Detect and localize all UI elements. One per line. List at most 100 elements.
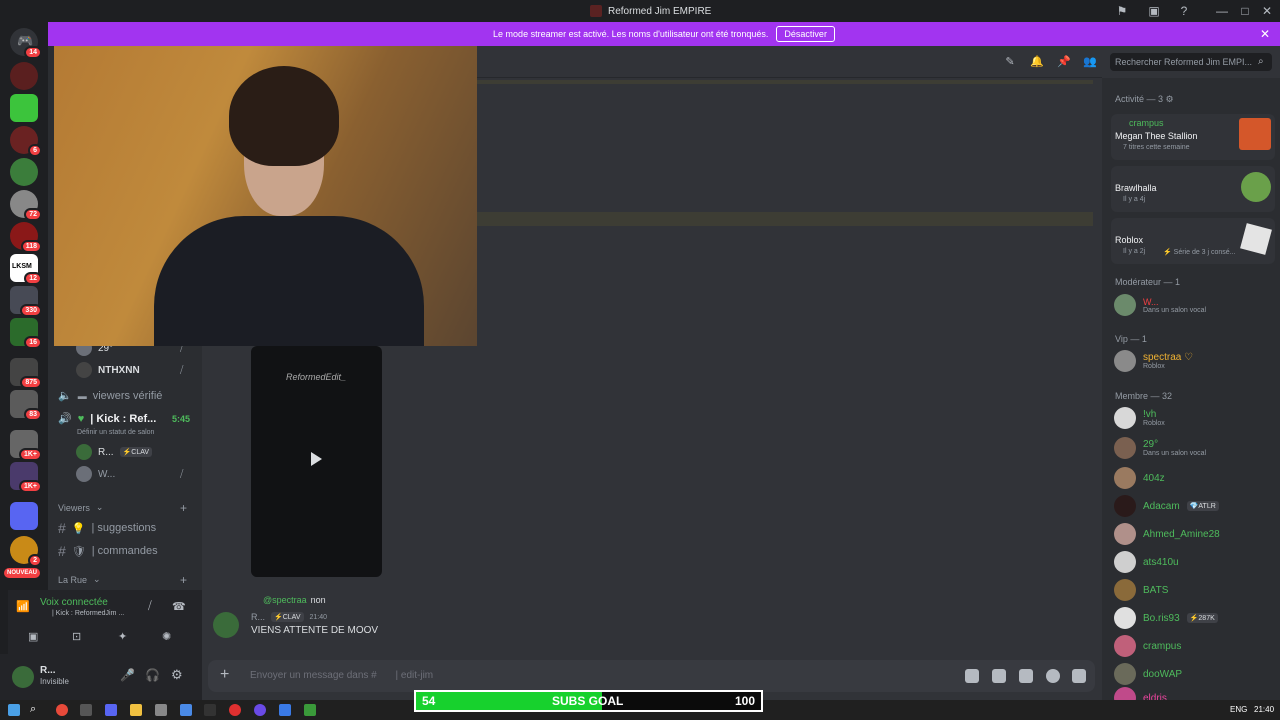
microphone-icon[interactable]: 🎤 (120, 668, 135, 682)
kick-server-icon[interactable] (10, 94, 38, 122)
text-channel-suggestions[interactable]: # 💡 | suggestions (58, 520, 156, 536)
headphones-icon[interactable]: 🎧 (145, 668, 160, 682)
voice-user[interactable]: NTHXNN ⧸ (76, 362, 183, 378)
obs-icon[interactable] (254, 704, 266, 716)
member-item[interactable]: 29° Dans un salon vocal (1114, 437, 1206, 459)
voice-channel-kick[interactable]: 🔊 ♥ | Kick : Ref... 5:45 (58, 412, 190, 426)
disable-streamer-button[interactable]: Désactiver (776, 26, 835, 42)
category-viewers[interactable]: Viewers ⌄ + (58, 501, 187, 515)
inbox-icon[interactable]: ⚑ (1114, 3, 1130, 19)
camera-off-icon[interactable]: ▣ (28, 630, 38, 643)
disconnect-icon[interactable]: ☎ (172, 600, 186, 613)
pin-icon[interactable]: 📌 (1057, 55, 1071, 69)
member-list-icon[interactable]: 👥 (1083, 55, 1097, 69)
add-channel-icon[interactable]: + (180, 501, 187, 515)
avatar (1114, 635, 1136, 657)
activity-card[interactable]: crampus Megan Thee Stallion 7 titres cet… (1111, 114, 1275, 160)
video-attachment[interactable]: ReformedEdit_ (251, 346, 382, 577)
server-folder-icon[interactable]: 16 (10, 318, 42, 349)
avatar[interactable] (213, 612, 239, 638)
server-folder-icon[interactable]: 1K+ (10, 430, 42, 461)
reply-reference[interactable]: @spectraa non (263, 595, 326, 605)
activity-card[interactable]: Brawlhalla Il y a 4j (1111, 166, 1275, 212)
member-item[interactable]: !vh Roblox (1114, 407, 1165, 429)
server-folder-icon[interactable]: 1K+ (10, 462, 42, 493)
text-channel-commandes[interactable]: # 🛡 | commandes (58, 543, 158, 559)
app-icon[interactable] (155, 704, 167, 716)
gift-icon[interactable] (965, 669, 979, 683)
member-item[interactable]: W... Dans un salon vocal (1114, 294, 1206, 316)
voice-status[interactable]: Voix connectée (40, 597, 108, 608)
soundboard-icon[interactable]: ✺ (162, 630, 171, 643)
apps-icon[interactable] (1072, 669, 1086, 683)
banner-text: Le mode streamer est activé. Les noms d'… (493, 29, 769, 39)
server-icon[interactable]: 118 (10, 222, 42, 253)
lksm-server-icon[interactable]: LKSM 12 (10, 254, 42, 285)
category-la-rue[interactable]: La Rue ⌄ + (58, 573, 187, 587)
activities-icon[interactable]: ✦ (118, 630, 127, 643)
voice-channel-viewers[interactable]: 🔈 ▬ viewers vérifié (58, 389, 162, 403)
voice-user[interactable]: R... ⚡CLAV (76, 444, 153, 460)
voice-user[interactable]: W... ⧸ (76, 466, 183, 482)
sticker-icon[interactable] (1019, 669, 1033, 683)
gif-icon[interactable] (992, 669, 1006, 683)
app-icon[interactable] (180, 704, 192, 716)
close-window-button[interactable]: ✕ (1259, 3, 1275, 19)
user-name[interactable]: R... (40, 665, 56, 676)
chrome-icon[interactable] (56, 704, 68, 716)
language-indicator[interactable]: ENG (1230, 705, 1247, 714)
voice-channel-name[interactable]: | Kick : ReformedJim ... (52, 610, 124, 617)
message-composer[interactable]: + Envoyer un message dans # | edit-jim (208, 660, 1095, 692)
home-discord-icon[interactable]: 🎮 14 (10, 28, 42, 59)
member-item[interactable]: dooWAP (1114, 663, 1182, 685)
app-icon[interactable] (204, 704, 216, 716)
emoji-icon[interactable] (1046, 669, 1060, 683)
server-folder-icon[interactable]: 330 (10, 286, 42, 317)
banner-close-icon[interactable]: ✕ (1260, 27, 1270, 41)
server-icon[interactable]: 72 (10, 190, 42, 221)
member-item[interactable]: Adacam 💎ATLR (1114, 495, 1219, 517)
gear-icon[interactable]: ⚙ (1166, 94, 1174, 104)
server-icon[interactable] (10, 158, 38, 186)
app-icon[interactable] (304, 704, 316, 716)
search-icon[interactable]: ⌕ (30, 703, 42, 715)
member-item[interactable]: Bo.ris93 ⚡287K (1114, 607, 1218, 629)
help-icon[interactable]: ? (1176, 3, 1192, 19)
message-author[interactable]: R... (251, 612, 265, 622)
folder-icon[interactable] (130, 704, 142, 716)
avatar[interactable] (12, 666, 34, 688)
member-item[interactable]: BATS (1114, 579, 1168, 601)
server-folder-icon[interactable] (10, 502, 38, 530)
activity-card[interactable]: Roblox Il y a 2j ⚡ Série de 3 j consé... (1111, 218, 1275, 264)
add-channel-icon[interactable]: + (180, 573, 187, 587)
server-folder-icon[interactable]: 83 (10, 390, 42, 421)
screen-icon[interactable]: ▣ (1146, 3, 1162, 19)
app-icon[interactable] (80, 704, 92, 716)
minimize-button[interactable]: — (1214, 3, 1230, 19)
search-input[interactable]: Rechercher Reformed Jim EMPI... (1110, 53, 1272, 71)
member-item[interactable]: Ahmed_Amine28 (1114, 523, 1220, 545)
bell-icon[interactable]: 🔔 (1030, 55, 1044, 69)
clock[interactable]: 21:40 (1254, 705, 1274, 714)
noise-icon[interactable]: ⧸ (148, 600, 152, 613)
threads-icon[interactable]: ✎ (1003, 55, 1017, 69)
server-icon[interactable]: 6 (10, 126, 42, 157)
add-attachment-icon[interactable]: + (220, 666, 229, 684)
play-icon[interactable] (311, 452, 322, 466)
server-icon[interactable]: 2 (10, 536, 42, 567)
settings-gear-icon[interactable]: ⚙ (171, 667, 183, 683)
app-icon[interactable] (279, 704, 291, 716)
member-item[interactable]: spectraa ♡ Roblox (1114, 350, 1193, 372)
server-folder-icon[interactable]: 875 (10, 358, 42, 389)
start-icon[interactable] (8, 704, 20, 716)
server-icon[interactable] (10, 62, 38, 90)
member-item[interactable]: 404z (1114, 467, 1165, 489)
speaker-icon: 🔈 (58, 390, 72, 402)
screen-share-icon[interactable]: ⊡ (72, 630, 81, 643)
maximize-button[interactable]: □ (1237, 3, 1253, 19)
app-icon[interactable] (229, 704, 241, 716)
member-item[interactable]: ats410u (1114, 551, 1179, 573)
discord-taskbar-icon[interactable] (105, 704, 117, 716)
member-item[interactable]: crampus (1114, 635, 1181, 657)
status-hint[interactable]: Définir un statut de salon (77, 429, 154, 436)
